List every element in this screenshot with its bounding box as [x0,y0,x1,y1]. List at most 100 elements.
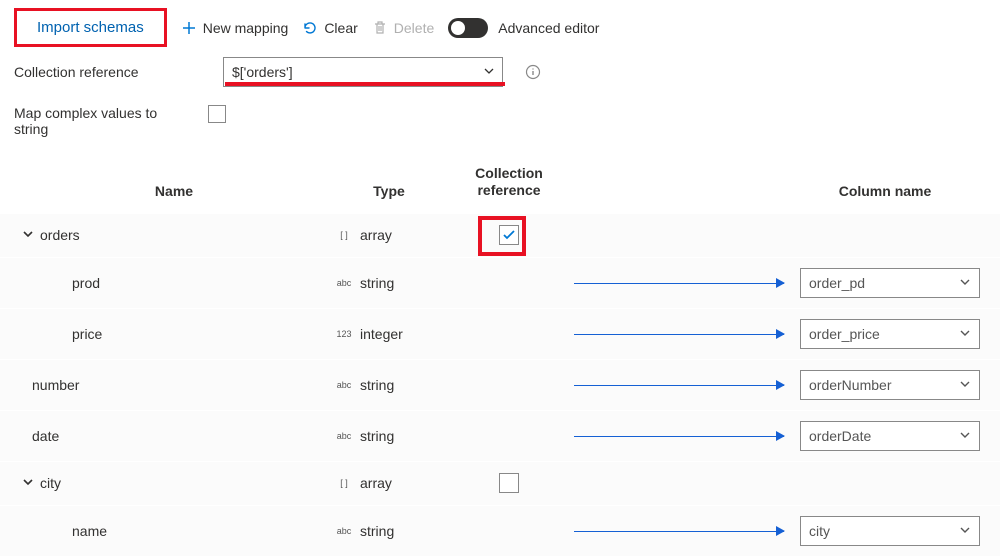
cell-name: price [14,326,334,342]
cell-column-name: city [784,516,986,546]
toggle-knob [451,21,465,35]
type-badge-icon: abc [334,431,354,441]
map-complex-label: Map complex values to string [14,105,194,137]
chevron-down-icon [959,326,971,342]
column-name-select[interactable]: order_price [800,319,980,349]
column-name-value: order_pd [809,275,865,291]
chevron-down-icon[interactable] [22,475,34,491]
table-row: date abc string orderDate [0,410,1000,461]
cell-collection-reference [444,473,574,493]
mapping-arrow [574,323,784,345]
new-mapping-label: New mapping [203,20,289,36]
type-badge-icon: abc [334,380,354,390]
mapping-arrow [574,425,784,447]
type-badge-icon: [ ] [334,230,354,240]
delete-button: Delete [372,20,434,36]
refresh-icon [302,20,318,36]
chevron-down-icon [959,523,971,539]
cell-name: orders [14,227,334,243]
column-name-select[interactable]: city [800,516,980,546]
trash-icon [372,20,388,36]
cell-column-name: order_pd [784,268,986,298]
table-row: prod abc string order_pd [0,257,1000,308]
collection-reference-label: Collection reference [14,64,209,80]
field-name: price [72,326,102,342]
cell-type: [ ] array [334,227,444,243]
header-name: Name [14,183,334,199]
cell-column-name: orderNumber [784,370,986,400]
map-complex-row: Map complex values to string [0,87,1000,137]
info-icon[interactable] [525,64,541,80]
import-schemas-button[interactable]: Import schemas [19,13,162,42]
cell-type: abc string [334,377,444,393]
cell-name: number [14,377,334,393]
advanced-editor-toggle[interactable] [448,18,488,38]
chevron-down-icon [959,275,971,291]
field-name: city [40,475,61,491]
collection-reference-checkbox[interactable] [499,225,519,245]
cell-collection-reference [444,225,574,245]
table-row: city [ ] array [0,461,1000,505]
column-name-select[interactable]: orderDate [800,421,980,451]
cell-type: abc string [334,275,444,291]
column-name-value: orderDate [809,428,871,444]
column-name-select[interactable]: orderNumber [800,370,980,400]
header-collection-reference: Collection reference [444,165,574,199]
table-row: price 123 integer order_price [0,308,1000,359]
type-label: integer [360,326,403,342]
mapping-arrow [574,374,784,396]
field-name: number [32,377,79,393]
collection-reference-checkbox[interactable] [499,473,519,493]
clear-button[interactable]: Clear [302,20,357,36]
cell-type: abc string [334,428,444,444]
mapping-table: Name Type Collection reference Column na… [0,165,1000,556]
chevron-down-icon [959,377,971,393]
type-badge-icon: abc [334,278,354,288]
type-label: string [360,377,394,393]
field-name: date [32,428,59,444]
cell-type: [ ] array [334,475,444,491]
type-label: array [360,475,392,491]
table-row: orders [ ] array [0,213,1000,257]
mapping-arrow [574,272,784,294]
cell-column-name: order_price [784,319,986,349]
type-label: string [360,523,394,539]
header-type: Type [334,183,444,199]
type-label: array [360,227,392,243]
column-name-select[interactable]: order_pd [800,268,980,298]
column-name-value: orderNumber [809,377,891,393]
delete-label: Delete [394,20,434,36]
table-header: Name Type Collection reference Column na… [0,165,1000,213]
cell-type: 123 integer [334,326,444,342]
mapping-arrow [574,224,784,246]
table-row: name abc string city [0,505,1000,556]
chevron-down-icon[interactable] [22,227,34,243]
clear-label: Clear [324,20,357,36]
cell-name: prod [14,275,334,291]
field-name: orders [40,227,80,243]
type-badge-icon: 123 [334,329,354,339]
highlight-import: Import schemas [14,8,167,47]
cell-column-name: orderDate [784,421,986,451]
highlight-collection-ref [225,82,505,86]
type-label: string [360,428,394,444]
table-row: number abc string orderNumber [0,359,1000,410]
mapping-arrow [574,472,784,494]
new-mapping-button[interactable]: New mapping [181,20,289,36]
chevron-down-icon [959,428,971,444]
advanced-editor-label: Advanced editor [498,20,599,36]
collection-reference-value: $['orders'] [232,64,293,80]
plus-icon [181,20,197,36]
type-badge-icon: [ ] [334,478,354,488]
map-complex-checkbox[interactable] [208,105,226,123]
type-badge-icon: abc [334,526,354,536]
cell-type: abc string [334,523,444,539]
type-label: string [360,275,394,291]
column-name-value: order_price [809,326,880,342]
field-name: prod [72,275,100,291]
cell-name: date [14,428,334,444]
cell-name: city [14,475,334,491]
cell-name: name [14,523,334,539]
toolbar: Import schemas New mapping Clear Delete … [0,0,1000,53]
field-name: name [72,523,107,539]
